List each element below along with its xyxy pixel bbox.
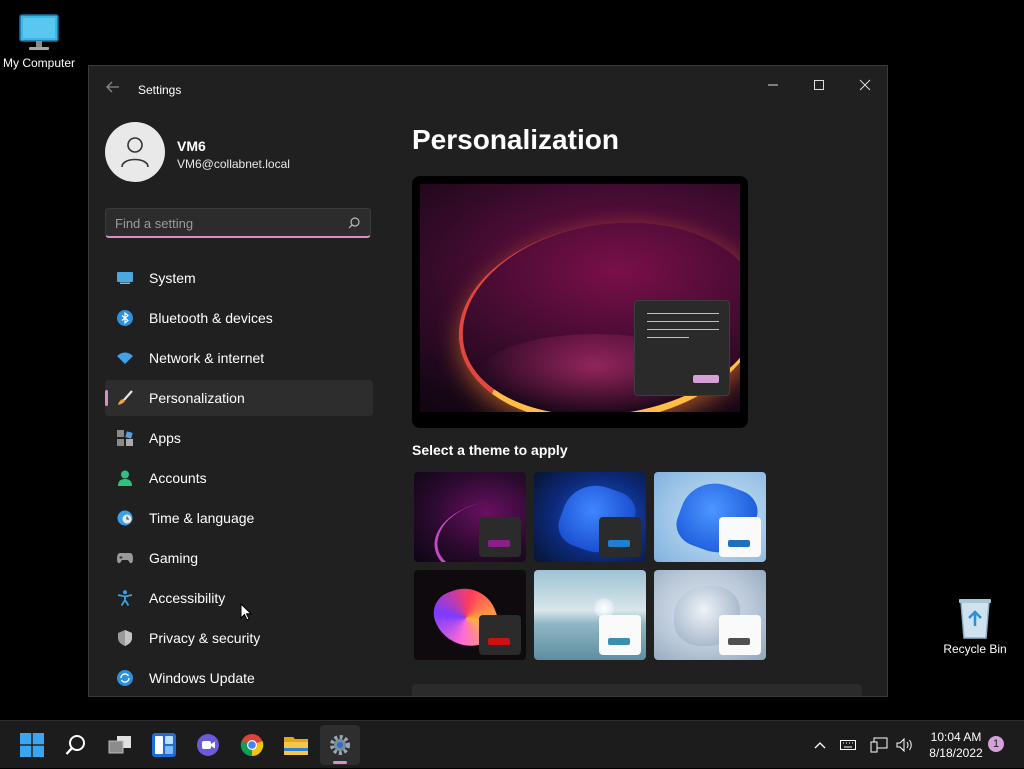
user-name: VM6: [177, 138, 206, 154]
recycle-bin-icon: [955, 596, 995, 640]
sidebar-item-label: Apps: [149, 430, 181, 446]
sidebar-item-privacy-security[interactable]: Privacy & security: [105, 620, 373, 656]
theme-tile-sunrise[interactable]: [534, 570, 646, 660]
wifi-icon: [116, 349, 134, 367]
sidebar-item-time-language[interactable]: Time & language: [105, 500, 373, 536]
keyboard-icon: [840, 740, 856, 750]
accessibility-icon: [116, 589, 134, 607]
themes-heading: Select a theme to apply: [412, 442, 568, 458]
chrome-button[interactable]: [232, 725, 272, 765]
apps-icon: [116, 429, 134, 447]
theme-preview: [412, 176, 748, 428]
brush-icon: [116, 389, 134, 407]
chevron-up-icon: [814, 742, 826, 749]
recycle-bin-label: Recycle Bin: [943, 642, 1007, 656]
task-view-icon: [108, 736, 131, 754]
widgets-button[interactable]: [144, 725, 184, 765]
start-button[interactable]: [12, 725, 52, 765]
clock-date: 8/18/2022: [929, 746, 983, 760]
clock-time: 10:04 AM: [930, 730, 982, 744]
settings-taskbar-button[interactable]: [320, 725, 360, 765]
theme-tile-captured-motion[interactable]: [414, 570, 526, 660]
settings-window: Settings VM6 VM6@collabnet.local System: [88, 65, 888, 697]
person-icon: [116, 469, 134, 487]
sidebar-item-label: Personalization: [149, 390, 245, 406]
monitor-icon: [116, 269, 134, 287]
sidebar-item-gaming[interactable]: Gaming: [105, 540, 373, 576]
chrome-icon: [240, 734, 264, 757]
sidebar-item-personalization[interactable]: Personalization: [105, 380, 373, 416]
file-explorer-button[interactable]: [276, 725, 316, 765]
page-title: Personalization: [412, 124, 619, 155]
sidebar-item-label: Windows Update: [149, 670, 255, 686]
sidebar-item-network[interactable]: Network & internet: [105, 340, 373, 376]
file-explorer-icon: [284, 737, 308, 755]
sidebar-item-apps[interactable]: Apps: [105, 420, 373, 456]
sidebar-item-accessibility[interactable]: Accessibility: [105, 580, 373, 616]
theme-tile-flow[interactable]: [654, 570, 766, 660]
my-computer-desktop-icon[interactable]: My Computer: [0, 8, 78, 70]
notification-badge[interactable]: 1: [988, 736, 1004, 752]
sidebar-item-label: System: [149, 270, 196, 286]
volume-icon: [896, 738, 912, 752]
search-input[interactable]: [115, 214, 335, 232]
mouse-cursor-icon: [240, 602, 253, 626]
sidebar-item-label: Privacy & security: [149, 630, 261, 646]
search-icon: [348, 216, 360, 234]
sidebar-item-label: Network & internet: [149, 350, 265, 366]
bluetooth-icon: [116, 309, 134, 327]
update-icon: [116, 669, 134, 687]
sidebar-item-label: Gaming: [149, 550, 199, 566]
theme-tile-windows-dark-glow[interactable]: [414, 472, 526, 562]
chat-button[interactable]: [188, 725, 228, 765]
clock[interactable]: 10:04 AM 8/18/2022: [920, 729, 992, 761]
controller-icon: [116, 549, 134, 567]
settings-icon: [330, 735, 350, 755]
my-computer-label: My Computer: [2, 56, 76, 70]
sidebar-nav: System Bluetooth & devices Network & int…: [105, 260, 373, 696]
taskbar: 10:04 AM 8/18/2022: [0, 720, 1024, 768]
chat-icon: [197, 734, 219, 756]
theme-tile-windows-light-bloom[interactable]: [654, 472, 766, 562]
network-icon: [870, 737, 888, 753]
network-button[interactable]: [868, 721, 890, 769]
sidebar-item-label: Bluetooth & devices: [149, 310, 273, 326]
sidebar-item-system[interactable]: System: [105, 260, 373, 296]
task-view-button[interactable]: [100, 725, 140, 765]
user-email: VM6@collabnet.local: [177, 157, 290, 171]
monitor-icon: [18, 12, 60, 54]
sidebar-item-label: Accessibility: [149, 590, 226, 606]
settings-card[interactable]: [412, 684, 862, 696]
search-icon: [65, 735, 85, 755]
keyboard-button[interactable]: [838, 721, 858, 769]
preview-window: [634, 300, 730, 396]
sidebar-item-bluetooth[interactable]: Bluetooth & devices: [105, 300, 373, 336]
window-title: Settings: [138, 83, 182, 97]
show-hidden-icons-button[interactable]: [810, 721, 830, 769]
clock-globe-icon: [116, 509, 134, 527]
main-content: Personalization Select a theme to apply: [412, 66, 887, 696]
shield-icon: [116, 629, 134, 647]
widgets-icon: [152, 733, 176, 757]
sidebar-item-windows-update[interactable]: Windows Update: [105, 660, 373, 696]
volume-button[interactable]: [894, 721, 916, 769]
recycle-bin-desktop-icon[interactable]: Recycle Bin: [940, 596, 1010, 656]
person-icon: [121, 137, 149, 168]
theme-tile-windows-dark-bloom[interactable]: [534, 472, 646, 562]
search-box[interactable]: [105, 208, 371, 238]
taskbar-search-button[interactable]: [56, 725, 96, 765]
back-arrow-icon[interactable]: [103, 79, 123, 99]
sidebar-item-label: Accounts: [149, 470, 207, 486]
start-icon: [20, 733, 44, 757]
sidebar-item-label: Time & language: [149, 510, 255, 526]
sidebar-item-accounts[interactable]: Accounts: [105, 460, 373, 496]
avatar[interactable]: [105, 122, 165, 182]
